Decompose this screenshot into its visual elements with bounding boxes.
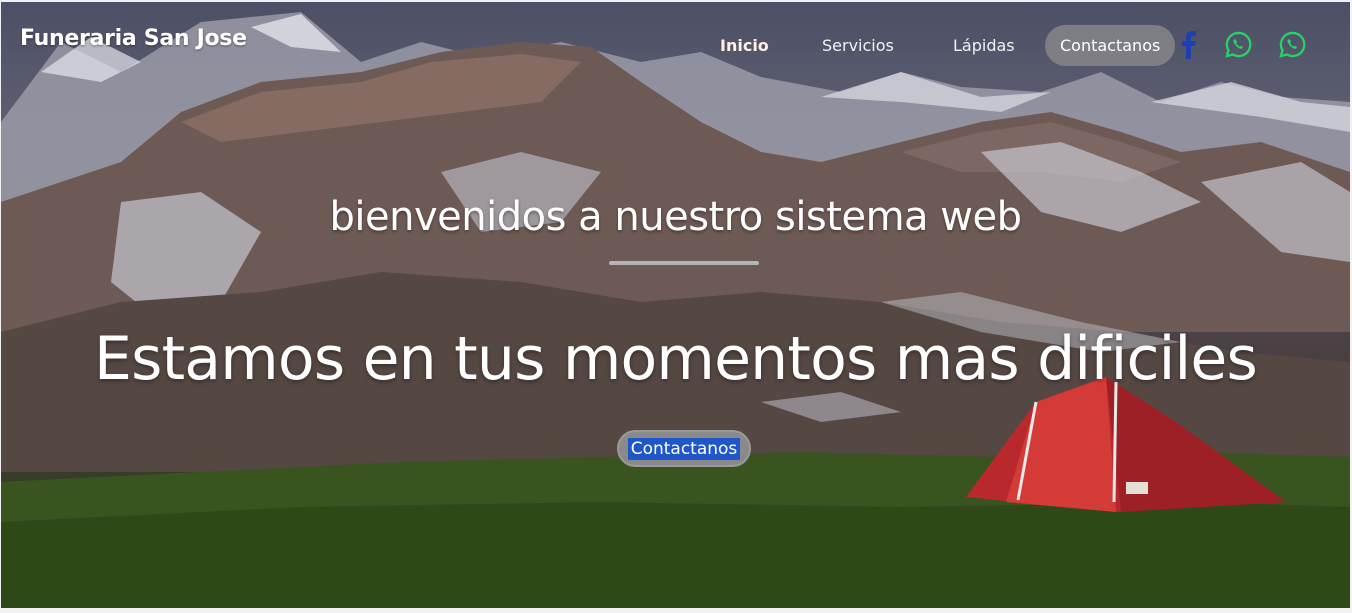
hero-subtitle: bienvenidos a nuestro sistema web	[329, 194, 1022, 240]
facebook-icon[interactable]	[1180, 31, 1198, 59]
nav-item-inicio[interactable]: Inicio	[720, 25, 769, 66]
mountain-background-image	[1, 12, 1350, 608]
nav-item-lapidas[interactable]: Lápidas	[953, 25, 1015, 66]
whatsapp-icon[interactable]	[1279, 31, 1306, 58]
contact-button-label: Contactanos	[627, 437, 741, 460]
main-nav: Inicio Servicios Lápidas Contactanos	[1, 25, 1350, 66]
hero-title: Estamos en tus momentos mas dificiles	[94, 324, 1258, 394]
hero-divider	[609, 261, 759, 265]
contact-button[interactable]: Contactanos	[617, 430, 751, 467]
nav-item-servicios[interactable]: Servicios	[822, 25, 894, 66]
hero-section: Funeraria San Jose Inicio Servicios Lápi…	[1, 2, 1350, 608]
whatsapp-icon[interactable]	[1225, 31, 1252, 58]
nav-item-contactanos[interactable]: Contactanos	[1045, 25, 1176, 66]
